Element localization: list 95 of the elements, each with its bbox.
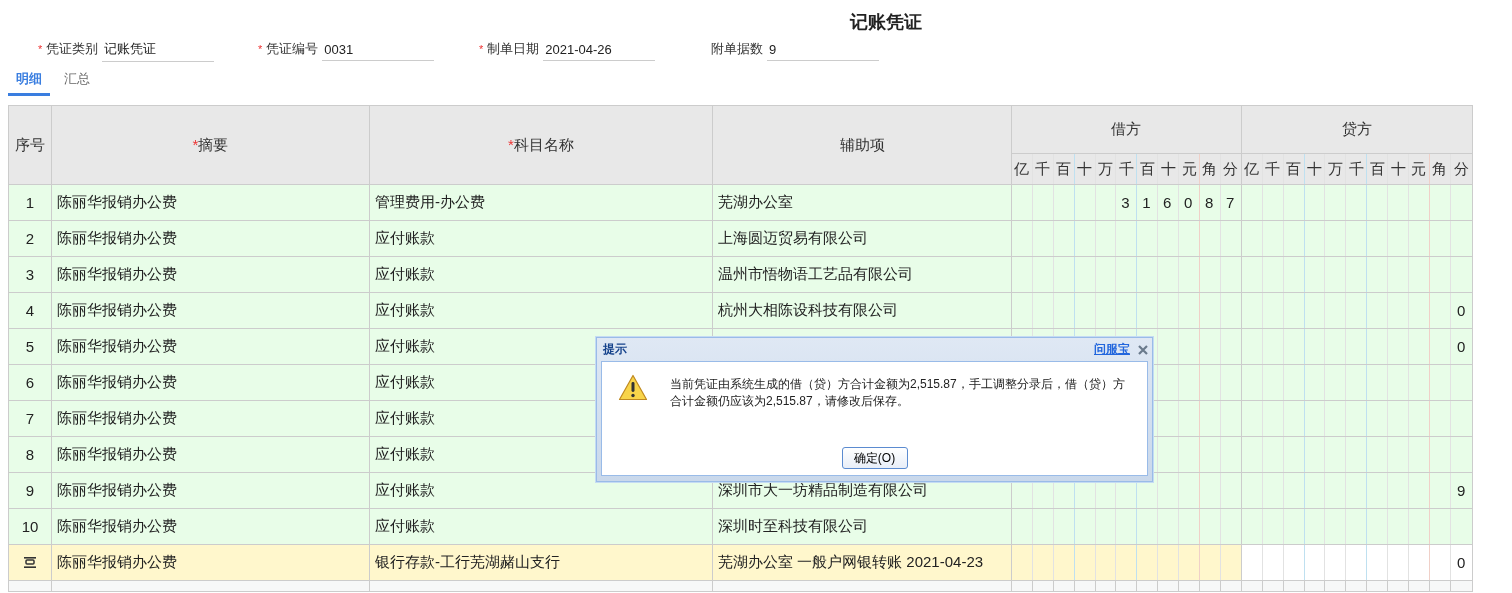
row-number: 1	[25, 194, 35, 211]
field-label: 凭证类别	[46, 40, 99, 58]
table-cell: 陈丽华报销办公费	[57, 445, 177, 462]
row-number: 9	[25, 482, 35, 499]
required-mark: *	[479, 43, 484, 55]
unit-header: 百	[1369, 159, 1385, 177]
table-cell: 芜湖办公室 一般户网银转账 2021-04-23	[718, 553, 984, 570]
unit-header: 元	[1181, 159, 1197, 177]
table-cell: 陈丽华报销办公费	[57, 481, 177, 498]
page-title: 记账凭证	[848, 11, 923, 32]
input-field[interactable]: 9	[767, 37, 879, 61]
table-cell: 应付账款	[375, 481, 435, 498]
row-number: 8	[25, 446, 35, 463]
column-header: 辅助项	[839, 135, 885, 153]
table-cell: 陈丽华报销办公费	[57, 193, 177, 210]
unit-header: 十	[1306, 159, 1322, 177]
unit-header: 元	[1411, 159, 1427, 177]
row-number: 4	[25, 302, 35, 319]
field-label: 附单据数	[711, 40, 763, 58]
unit-header: 亿	[1244, 159, 1260, 177]
column-header: 贷方	[1341, 120, 1372, 137]
unit-header: 十	[1160, 159, 1176, 177]
input-field[interactable]: 0031	[322, 37, 435, 61]
table-cell: 上海圆迈贸易有限公司	[718, 229, 868, 246]
field-label: 凭证编号	[266, 40, 319, 58]
unit-header: 分	[1223, 159, 1239, 177]
unit-header: 百	[1286, 159, 1302, 177]
table-cell: 应付账款	[375, 229, 435, 246]
help-link[interactable]: 问服宝	[1094, 341, 1130, 358]
input-field[interactable]: 记账凭证	[102, 36, 215, 62]
table-cell: 陈丽华报销办公费	[57, 373, 177, 390]
table-cell: 温州市悟物语工艺品有限公司	[718, 265, 913, 282]
table-cell: 深圳市大一坊精品制造有限公司	[718, 481, 928, 498]
input-field[interactable]: 2021-04-26	[543, 37, 656, 61]
unit-header: 万	[1098, 159, 1113, 177]
amount-value: 9	[1456, 482, 1478, 499]
unit-header: 万	[1327, 159, 1343, 177]
required-mark: *	[38, 43, 43, 55]
table-cell: 陈丽华报销办公费	[57, 409, 177, 426]
ok-button[interactable]: 确定(O)	[841, 447, 908, 469]
required-mark: *	[258, 43, 263, 55]
table-cell: 陈丽华报销办公费	[57, 517, 177, 534]
column-header: 摘要	[198, 135, 229, 153]
dialog-message: 当前凭证由系统生成的借（贷）方合计金额为2,515.87，手工调整分录后，借（贷）方合计金额仍应该为2,515.87，请修改后保存。	[670, 376, 1126, 410]
tab[interactable]: 明细	[8, 66, 50, 96]
row-number: 3	[25, 266, 35, 283]
required-mark: *	[192, 135, 199, 153]
table-cell: 陈丽华报销办公费	[57, 553, 177, 570]
column-header: 借方	[1111, 120, 1142, 137]
unit-header: 千	[1265, 159, 1281, 177]
table-cell: 应付账款	[375, 265, 435, 282]
field-label: 制单日期	[487, 40, 540, 58]
table-cell: 深圳时至科技有限公司	[718, 517, 868, 534]
table-cell: 陈丽华报销办公费	[57, 337, 177, 354]
amount-value: 316087	[1121, 194, 1247, 211]
unit-header: 千	[1118, 159, 1134, 177]
table-cell: 陈丽华报销办公费	[57, 301, 177, 318]
warning-icon	[618, 374, 648, 401]
amount-value: 0	[1456, 302, 1478, 319]
amount-value: 0	[1456, 554, 1478, 571]
table-cell: 应付账款	[375, 337, 435, 354]
table-cell: 应付账款	[375, 445, 435, 462]
unit-header: 十	[1390, 159, 1406, 177]
unit-header: 角	[1202, 159, 1218, 177]
table-cell: 应付账款	[375, 409, 435, 426]
table-cell: 陈丽华报销办公费	[57, 265, 177, 282]
table-cell: 应付账款	[375, 517, 435, 534]
tab[interactable]: 汇总	[56, 66, 98, 96]
unit-header: 百	[1139, 159, 1155, 177]
table-cell: 芜湖办公室	[718, 193, 793, 210]
unit-header: 十	[1077, 159, 1093, 177]
table-cell: 管理费用-办公费	[375, 193, 485, 210]
unit-header: 百	[1056, 159, 1072, 177]
unit-header: 分	[1453, 159, 1469, 177]
table-cell: 应付账款	[375, 373, 435, 390]
required-mark: *	[508, 135, 514, 153]
row-number: 7	[25, 410, 35, 427]
row-number: 6	[25, 374, 35, 391]
unit-header: 千	[1035, 159, 1051, 177]
row-number: 10	[21, 518, 39, 535]
column-header: 序号	[15, 135, 45, 153]
amount-value: 0	[1456, 338, 1478, 355]
unit-header: 角	[1432, 159, 1448, 177]
unit-header: 亿	[1014, 159, 1030, 177]
close-icon[interactable]	[1138, 344, 1148, 355]
unit-header: 千	[1348, 159, 1364, 177]
row-number: 5	[25, 338, 35, 355]
row-number: 2	[25, 230, 35, 247]
dialog-title: 提示	[603, 341, 628, 358]
table-cell: 陈丽华报销办公费	[57, 229, 177, 246]
column-header: 科目名称	[513, 135, 574, 153]
table-cell: 杭州大相陈设科技有限公司	[718, 301, 898, 318]
stacked-lines-icon[interactable]	[24, 557, 36, 568]
table-cell: 应付账款	[375, 301, 435, 318]
table-cell: 银行存款-工行芜湖赭山支行	[375, 553, 560, 570]
